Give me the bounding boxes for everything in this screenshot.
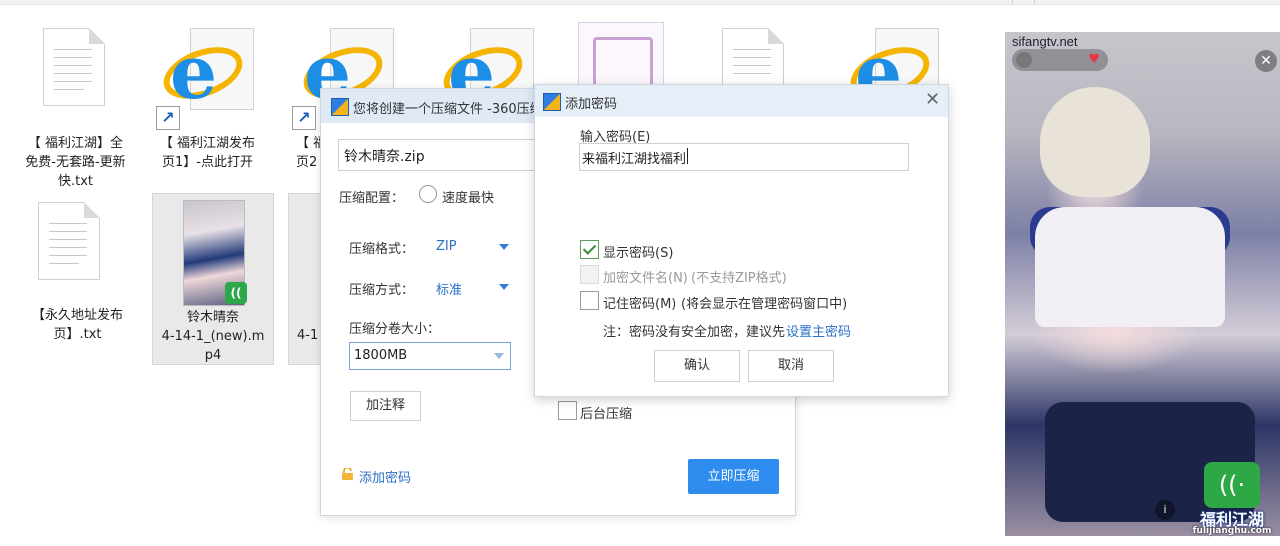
password-value: 来福利江湖找福利 xyxy=(582,152,687,167)
video-preview[interactable] xyxy=(1005,32,1280,536)
file-label-line: 铃木晴奈 xyxy=(186,310,239,325)
text-cursor xyxy=(687,148,688,164)
file-item-video-1[interactable]: (( 铃木晴奈 4-14-1_(new).m p4 xyxy=(152,193,274,365)
file-item-txt-1[interactable]: 【 福利江湖】全 免费-无套路-更新 快.txt xyxy=(18,28,133,198)
avatar xyxy=(1016,52,1032,68)
method-select[interactable]: 标准 xyxy=(436,279,462,298)
remember-password-label: 记住密码(M) xyxy=(603,297,677,312)
file-label-line: 页1】-点此打开 xyxy=(162,155,253,170)
archive-filename-input[interactable]: 铃木晴奈.zip xyxy=(338,139,540,171)
compress-now-button[interactable]: 立即压缩 xyxy=(688,459,779,494)
encrypt-filenames-checkbox xyxy=(580,265,599,284)
360zip-app-icon xyxy=(331,98,349,116)
add-comment-button[interactable]: 加注释 xyxy=(350,391,421,421)
text-file-icon xyxy=(43,28,105,106)
cancel-button[interactable]: 取消 xyxy=(748,350,834,382)
file-label-line: 快.txt xyxy=(57,174,94,189)
password-input[interactable]: 来福利江湖找福利 xyxy=(579,143,909,171)
password-dialog-titlebar[interactable]: 添加密码 ✕ xyxy=(535,85,948,117)
video-user-pill[interactable]: ♥ xyxy=(1012,49,1108,71)
video-site-watermark: sifangtv.net xyxy=(1012,34,1078,49)
file-item-shortcut-3[interactable]: e xyxy=(430,28,545,110)
top-toolbar-strip xyxy=(0,0,1280,5)
show-password-checkbox[interactable] xyxy=(580,240,599,259)
file-label-line: 页】.txt xyxy=(53,327,102,342)
360zip-app-icon xyxy=(543,93,561,111)
remember-password-checkbox[interactable] xyxy=(580,291,599,310)
shortcut-arrow-icon: ↗ xyxy=(156,106,180,130)
speed-radio[interactable] xyxy=(419,185,437,203)
file-item-video-2[interactable]: 4-1 xyxy=(288,193,322,365)
add-password-dialog: 添加密码 ✕ 输入密码(E) 来福利江湖找福利 显示密码(S) 加密文件名(N)… xyxy=(534,84,949,397)
background-compress-label: 后台压缩 xyxy=(580,407,633,422)
password-dialog-title: 添加密码 xyxy=(565,97,618,112)
encrypt-filenames-label: 加密文件名(N) xyxy=(603,271,688,286)
config-label: 压缩配置： xyxy=(339,191,405,206)
file-item-txt-3[interactable]: 【永久地址发布 页】.txt xyxy=(20,202,135,352)
volume-label: 压缩分卷大小： xyxy=(349,322,441,337)
shortcut-arrow-icon: ↗ xyxy=(292,106,316,130)
file-item-txt-2[interactable] xyxy=(720,28,800,106)
volume-size-value: 1800MB xyxy=(354,348,408,363)
ie-logo-icon: e xyxy=(170,30,218,116)
format-select[interactable]: ZIP xyxy=(436,239,457,254)
video-frame-shape xyxy=(1035,207,1225,327)
chevron-down-icon[interactable] xyxy=(494,353,504,359)
file-label-line: 4-14-1_(new).m xyxy=(161,329,265,344)
brand-domain: fulijianghu.com xyxy=(1192,526,1272,536)
file-label-line: 【永久地址发布 xyxy=(31,308,123,323)
ok-button[interactable]: 确认 xyxy=(654,350,740,382)
file-item-shortcut-1[interactable]: e ↗ 【 福利江湖发布 页1】-点此打开 xyxy=(150,28,265,178)
encrypt-filenames-note: (不支持ZIP格式) xyxy=(691,271,787,286)
compress-dialog-title: 您将创建一个压缩文件 -360压缩 xyxy=(353,102,543,117)
security-note: 注：密码没有安全加密，建议先 xyxy=(603,325,786,340)
close-icon[interactable]: ✕ xyxy=(925,89,940,110)
chevron-down-icon[interactable] xyxy=(499,244,509,250)
media-player-icon: (( xyxy=(225,282,247,304)
show-password-label: 显示密码(S) xyxy=(603,246,674,261)
toolbar-divider xyxy=(1034,0,1035,4)
info-icon[interactable]: i xyxy=(1155,500,1175,520)
toolbar-divider xyxy=(1012,0,1013,4)
method-label: 压缩方式： xyxy=(349,283,415,298)
lock-icon xyxy=(342,468,353,480)
file-item-image[interactable] xyxy=(578,22,668,102)
volume-size-select[interactable]: 1800MB xyxy=(349,342,511,370)
file-item-shortcut-4[interactable]: e xyxy=(843,28,945,110)
file-label-line: 【 福利江湖】全 xyxy=(27,136,124,151)
file-label-line: 免费-无套路-更新 xyxy=(25,155,126,170)
video-frame-shape xyxy=(1040,87,1150,197)
wifi-logo-icon: ((· xyxy=(1204,462,1260,508)
chevron-down-icon[interactable] xyxy=(499,284,509,290)
background-compress-checkbox[interactable] xyxy=(558,401,577,420)
remember-password-note: (将会显示在管理密码窗口中) xyxy=(681,297,848,312)
brand-watermark: ((· 福利江湖 fulijianghu.com xyxy=(1188,462,1276,538)
close-icon[interactable]: ✕ xyxy=(1255,50,1277,72)
set-master-password-link[interactable]: 设置主密码 xyxy=(786,321,851,340)
file-label-line: 【 福利江湖发布 xyxy=(159,136,256,151)
format-label: 压缩格式： xyxy=(349,242,415,257)
add-password-link[interactable]: 添加密码 xyxy=(359,467,411,486)
heart-icon[interactable]: ♥ xyxy=(1088,52,1100,67)
archive-filename-value: 铃木晴奈.zip xyxy=(344,149,425,165)
text-file-icon xyxy=(38,202,100,280)
speed-option-label: 速度最快 xyxy=(442,191,495,206)
file-label-line: p4 xyxy=(204,348,222,363)
